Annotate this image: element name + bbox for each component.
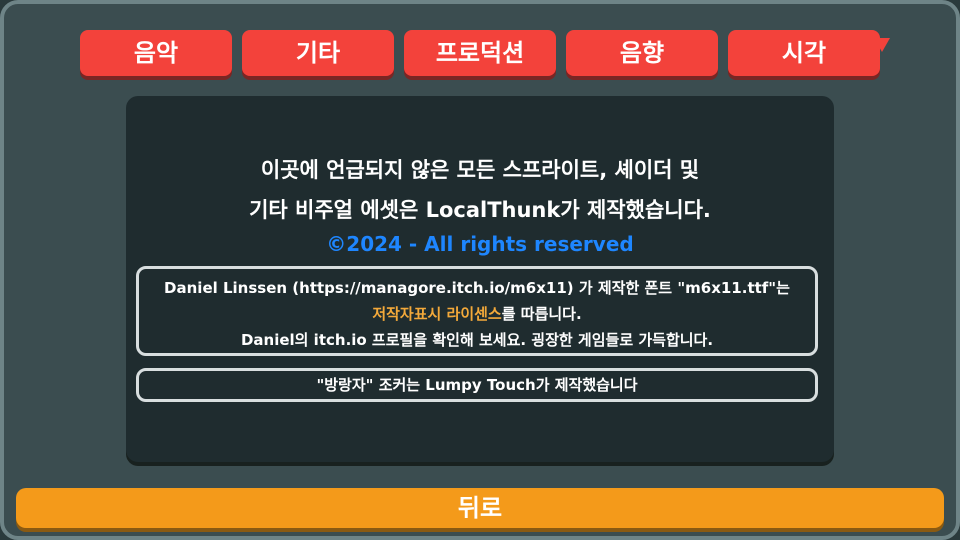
font-credit-line-2-rest: 를 따릅니다. [501,305,582,323]
credits-tab-bar: 음악 기타 프로덕션 음향 시각 [80,30,890,78]
joker-credit-text: "방랑자" 조커는 Lumpy Touch가 제작했습니다 [316,376,638,394]
font-credit-box: Daniel Linssen (https://managore.itch.io… [136,266,818,356]
tab-production[interactable]: 프로덕션 [404,30,556,76]
joker-credit-box: "방랑자" 조커는 Lumpy Touch가 제작했습니다 [136,368,818,402]
font-credit-line-1: Daniel Linssen (https://managore.itch.io… [164,279,790,297]
font-credit-line-2: 저작자표시 라이센스를 따릅니다. [139,301,815,327]
tab-misc[interactable]: 기타 [242,30,394,76]
back-button[interactable]: 뒤로 [16,488,944,528]
visual-credit-line-2: 기타 비주얼 에셋은 LocalThunk가 제작했습니다. [249,198,711,222]
credits-panel: 이곳에 언급되지 않은 모든 스프라이트, 셰이더 및 기타 비주얼 에셋은 L… [126,96,834,462]
visual-credit-line-1: 이곳에 언급되지 않은 모든 스프라이트, 셰이더 및 [260,158,700,182]
font-credit-line-3: Daniel의 itch.io 프로필을 확인해 보세요. 굉장한 게임들로 가… [240,331,714,349]
copyright-text: ©2024 - All rights reserved [326,232,634,256]
tab-music[interactable]: 음악 [80,30,232,76]
license-link[interactable]: 저작자표시 라이센스 [372,305,501,323]
tab-sound[interactable]: 음향 [566,30,718,76]
active-tab-indicator-icon [874,38,890,52]
tab-visual[interactable]: 시각 [728,30,880,76]
